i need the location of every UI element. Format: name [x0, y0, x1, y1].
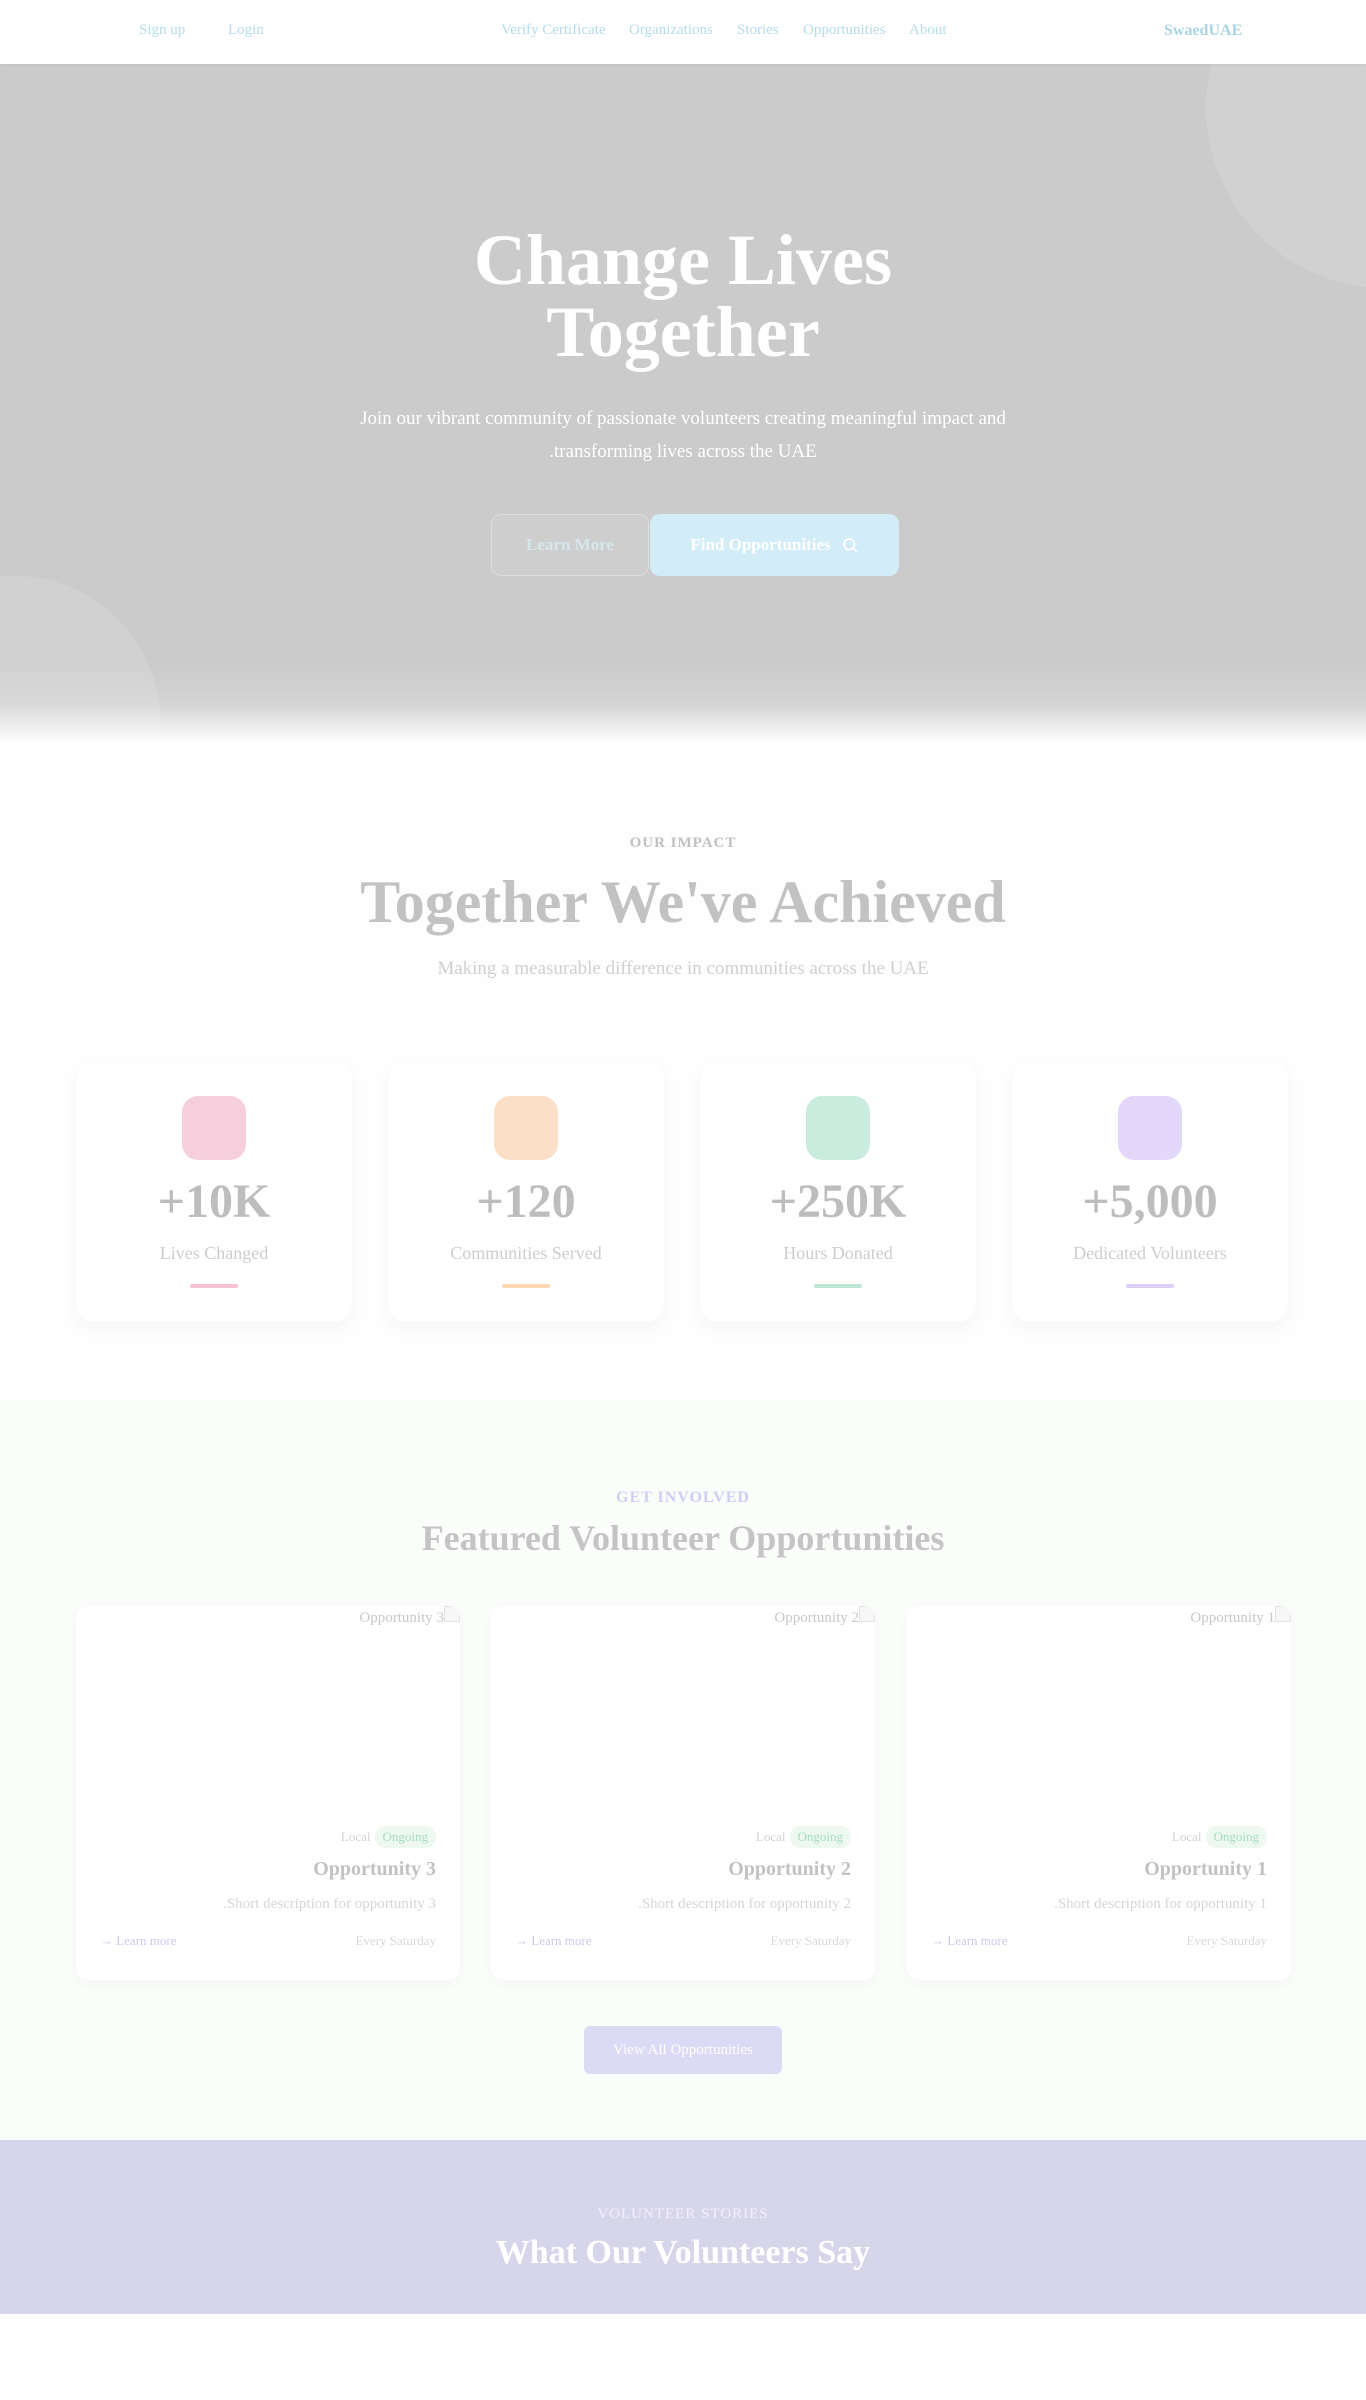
stories-eyebrow: VOLUNTEER STORIES [597, 2206, 769, 2222]
hero-title-line-1: Change Lives [473, 220, 893, 300]
opportunity-card[interactable]: Opportunity 1 Ongoing Local Opportunity … [907, 1606, 1291, 1980]
stat-value: +10K [157, 1175, 271, 1228]
communities-icon [494, 1096, 558, 1160]
schedule-label: Every Saturday [1186, 1933, 1267, 1948]
status-badge: Ongoing [1205, 1826, 1267, 1848]
status-badge: Ongoing [789, 1826, 851, 1848]
stat-accent-bar [502, 1284, 550, 1288]
hero-section: Change Lives Together Join our vibrant c… [0, 64, 1366, 744]
nav-link-opportunities[interactable]: Opportunities [803, 22, 886, 39]
learn-more-link[interactable]: → Learn more [100, 1933, 177, 1949]
stat-accent-bar [814, 1284, 862, 1288]
hero-title: Change Lives Together [0, 224, 1366, 368]
opportunity-description: Short description for opportunity 2. [638, 1896, 851, 1912]
hero-subtitle-line-2: transforming lives across the UAE. [549, 441, 817, 462]
learn-more-link[interactable]: → Learn more [931, 1933, 1008, 1949]
impact-section: OUR IMPACT Together We've Achieved Makin… [0, 744, 1366, 1400]
stat-card: +10K Lives Changed [76, 1062, 352, 1322]
signup-link[interactable]: Sign up [139, 22, 185, 39]
find-opportunities-label: Find Opportunities [690, 535, 831, 554]
status-badge: Ongoing [374, 1826, 436, 1848]
stat-value: +5,000 [1082, 1175, 1218, 1228]
opportunities-eyebrow: GET INVOLVED [616, 1489, 750, 1506]
view-all-opportunities-button[interactable]: View All Opportunities [584, 2026, 782, 2074]
stat-card: +5,000 Dedicated Volunteers [1012, 1062, 1288, 1322]
opportunity-image: Opportunity 3 [76, 1606, 460, 1826]
hero-title-line-2: Together [546, 292, 820, 372]
opportunity-description: Short description for opportunity 1. [1054, 1896, 1267, 1912]
location-label: Local [755, 1829, 786, 1844]
location-label: Local [1171, 1829, 1202, 1844]
schedule-label: Every Saturday [355, 1933, 436, 1948]
opportunity-image: Opportunity 1 [907, 1606, 1291, 1826]
top-navbar: Sign up Login Verify Certificate Organiz… [0, 0, 1366, 64]
lives-icon [182, 1096, 246, 1160]
login-link[interactable]: Login [228, 22, 264, 39]
find-opportunities-button[interactable]: Find Opportunities [650, 514, 899, 576]
view-all-label: View All Opportunities [613, 2041, 753, 2058]
image-alt-text: Opportunity 3 [359, 1610, 444, 1626]
learn-more-button[interactable]: Learn More [491, 514, 649, 576]
opportunity-description: Short description for opportunity 3. [223, 1896, 436, 1912]
impact-lead: Making a measurable difference in commun… [437, 958, 929, 979]
search-icon [842, 538, 858, 553]
hero-subtitle: Join our vibrant community of passionate… [333, 402, 1033, 468]
opportunity-title[interactable]: Opportunity 1 [1144, 1858, 1267, 1881]
opportunity-card[interactable]: Opportunity 2 Ongoing Local Opportunity … [491, 1606, 875, 1980]
stat-accent-bar [190, 1284, 238, 1288]
opportunity-title[interactable]: Opportunity 2 [728, 1858, 851, 1881]
stat-label: Hours Donated [783, 1243, 893, 1263]
hours-icon [806, 1096, 870, 1160]
stat-card: +120 Communities Served [388, 1062, 664, 1322]
opportunities-title: Featured Volunteer Opportunities [421, 1518, 945, 1558]
opportunity-meta: Ongoing Local [341, 1826, 436, 1848]
schedule-label: Every Saturday [770, 1933, 851, 1948]
opportunity-meta: Ongoing Local [1172, 1826, 1267, 1848]
brand-logo[interactable]: SwaedUAE [1164, 22, 1242, 40]
stat-value: +120 [476, 1175, 576, 1228]
stories-title: What Our Volunteers Say [495, 2234, 871, 2271]
stat-accent-bar [1126, 1284, 1174, 1288]
opportunity-image: Opportunity 2 [491, 1606, 875, 1826]
nav-link-about[interactable]: About [909, 22, 947, 39]
image-alt-text: Opportunity 1 [1190, 1610, 1275, 1626]
hero-subtitle-line-1: Join our vibrant community of passionate… [360, 408, 1006, 429]
image-alt-text: Opportunity 2 [774, 1610, 859, 1626]
stat-label: Dedicated Volunteers [1073, 1243, 1227, 1263]
volunteers-icon [1118, 1096, 1182, 1160]
impact-title: Together We've Achieved [360, 869, 1006, 935]
stat-value: +250K [769, 1175, 907, 1228]
location-label: Local [340, 1829, 371, 1844]
stat-card: +250K Hours Donated [700, 1062, 976, 1322]
stat-label: Lives Changed [159, 1243, 269, 1263]
broken-image-icon [1275, 1606, 1291, 1622]
impact-eyebrow: OUR IMPACT [629, 835, 737, 851]
learn-more-link[interactable]: → Learn more [515, 1933, 592, 1949]
broken-image-icon [444, 1606, 460, 1622]
opportunities-section: GET INVOLVED Featured Volunteer Opportun… [0, 1400, 1366, 2140]
decorative-circle [0, 576, 160, 744]
opportunity-card[interactable]: Opportunity 3 Ongoing Local Opportunity … [76, 1606, 460, 1980]
broken-image-icon [859, 1606, 875, 1622]
opportunity-title[interactable]: Opportunity 3 [313, 1858, 436, 1881]
nav-link-stories[interactable]: Stories [737, 22, 779, 39]
opportunity-meta: Ongoing Local [756, 1826, 851, 1848]
nav-link-organizations[interactable]: Organizations [629, 22, 713, 39]
stories-section: VOLUNTEER STORIES What Our Volunteers Sa… [0, 2140, 1366, 2314]
stat-label: Communities Served [450, 1243, 602, 1263]
learn-more-label: Learn More [526, 535, 614, 554]
nav-link-verify-certificate[interactable]: Verify Certificate [501, 22, 606, 39]
